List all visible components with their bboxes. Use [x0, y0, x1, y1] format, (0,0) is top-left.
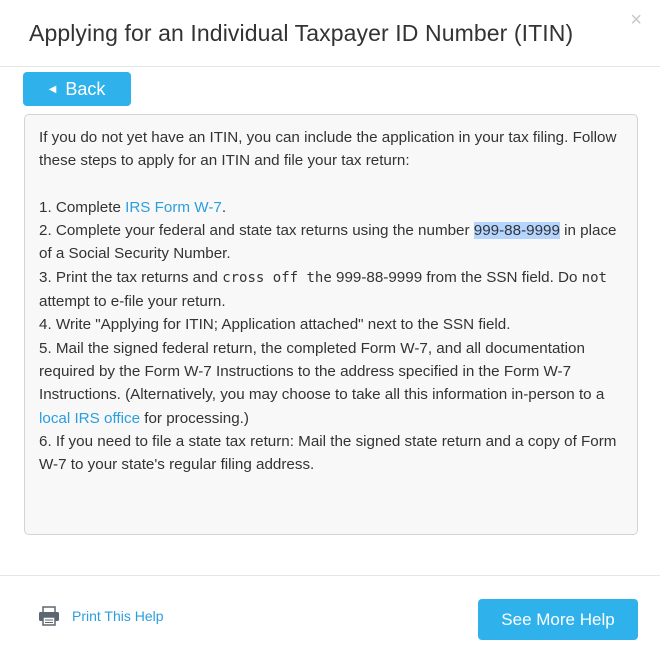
dialog-title: Applying for an Individual Taxpayer ID N…	[29, 20, 574, 46]
step-1-suffix: .	[221, 198, 227, 216]
intro-text: If you do not yet have an ITIN, you can …	[39, 129, 617, 170]
step-5-suffix: for processing.)	[140, 409, 249, 427]
step-2-text: 2. Complete your federal and state tax r…	[39, 222, 474, 240]
close-icon[interactable]: ×	[630, 10, 642, 30]
step-3-text: 3. Print the tax returns and	[39, 268, 223, 286]
step-5: 5. Mail the signed federal return, the c…	[39, 337, 623, 430]
print-help-link[interactable]: Print This Help	[38, 606, 164, 626]
back-button[interactable]: ◀ Back	[23, 72, 131, 106]
dialog-footer: Print This Help See More Help	[0, 575, 660, 661]
step-3: 3. Print the tax returns and cross off t…	[39, 266, 623, 314]
step-1: 1. Complete IRS Form W-7.	[39, 196, 623, 219]
caret-left-icon: ◀	[48, 83, 57, 95]
step-5-text: 5. Mail the signed federal return, the c…	[39, 339, 605, 404]
step-4: 4. Write "Applying for ITIN; Application…	[39, 316, 511, 334]
step-3-middle: 999-88-9999 from the SSN field. Do	[331, 268, 582, 286]
step-3-mono-cross-off: cross off the	[222, 269, 332, 286]
back-button-label: Back	[65, 78, 106, 99]
local-irs-office-link[interactable]: local IRS office	[39, 410, 140, 427]
step-6: 6. If you need to file a state tax retur…	[39, 432, 617, 474]
irs-form-w7-link[interactable]: IRS Form W-7	[125, 199, 222, 216]
step-2: 2. Complete your federal and state tax r…	[39, 219, 623, 266]
step-3-mono-not: not	[581, 269, 607, 286]
printer-icon	[39, 606, 59, 626]
help-content: If you do not yet have an ITIN, you can …	[24, 114, 638, 535]
dialog-header: Applying for an Individual Taxpayer ID N…	[0, 0, 660, 67]
step-1-text: 1. Complete	[39, 198, 126, 216]
see-more-help-button[interactable]: See More Help	[478, 599, 638, 640]
highlighted-number: 999-88-9999	[473, 222, 560, 240]
help-dialog: Applying for an Individual Taxpayer ID N…	[0, 0, 660, 661]
print-help-label: Print This Help	[72, 608, 164, 624]
step-3-suffix: attempt to e-file your return.	[39, 293, 226, 311]
